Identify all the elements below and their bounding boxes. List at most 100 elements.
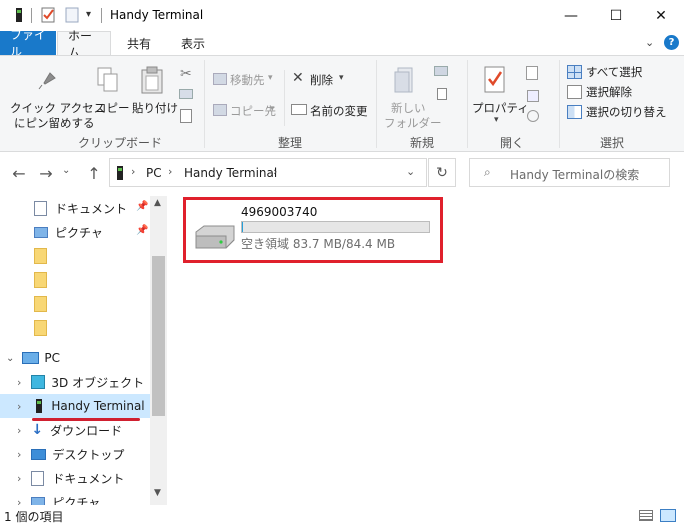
- nav-item-pc[interactable]: ⌄ PC: [0, 346, 150, 370]
- minimize-button[interactable]: —: [548, 0, 594, 31]
- breadcrumb-chevron-icon[interactable]: ›: [273, 165, 277, 178]
- device-icon: [116, 165, 124, 184]
- new-folder-label-1[interactable]: 新しい: [391, 100, 426, 116]
- divider: [101, 8, 102, 23]
- breadcrumb-pc[interactable]: PC: [146, 166, 162, 180]
- edit-icon[interactable]: [527, 90, 539, 102]
- ribbon-tab-bar: ファイル ホーム 共有 表示 ⌄ ?: [0, 28, 684, 60]
- nav-item-label: ドキュメント: [55, 201, 128, 216]
- new-item-icon[interactable]: [434, 66, 448, 76]
- properties-icon: [483, 66, 507, 97]
- delete-dropdown-icon[interactable]: ▾: [339, 73, 344, 83]
- nav-item-label: Handy Terminal: [51, 399, 145, 413]
- nav-item-3d-objects[interactable]: › 3D オブジェクト: [0, 370, 150, 394]
- expand-chevron-icon[interactable]: ›: [17, 472, 21, 485]
- scroll-down-icon[interactable]: ▼: [154, 488, 161, 498]
- collapse-ribbon-icon[interactable]: ⌄: [645, 36, 654, 49]
- folder-icon: [34, 296, 47, 312]
- expand-chevron-icon[interactable]: ›: [17, 400, 21, 413]
- copy-button[interactable]: コピー: [95, 100, 130, 116]
- window-title: Handy Terminal: [110, 8, 204, 22]
- large-icons-view-icon[interactable]: [660, 509, 676, 522]
- pin-quick-access-label-1[interactable]: クイック アクセス: [10, 100, 105, 116]
- breadcrumb-chevron-icon[interactable]: ›: [168, 165, 172, 178]
- expand-chevron-icon[interactable]: ›: [17, 496, 21, 506]
- move-to-button[interactable]: 移動先: [230, 72, 265, 88]
- copy-to-dropdown-icon[interactable]: ▾: [270, 104, 275, 114]
- copy-path-icon[interactable]: [179, 89, 193, 99]
- easy-access-icon[interactable]: [437, 88, 447, 100]
- nav-item-downloads[interactable]: › ↓ ダウンロード: [0, 418, 150, 442]
- paste-shortcut-icon[interactable]: [180, 109, 192, 123]
- address-bar[interactable]: › PC › Handy Terminal › ⌄: [109, 158, 427, 187]
- open-group-label: 開く: [499, 136, 524, 150]
- up-arrow-icon[interactable]: ↑: [84, 164, 104, 183]
- nav-item-folder[interactable]: [0, 316, 150, 340]
- expand-chevron-icon[interactable]: ›: [17, 376, 21, 389]
- expand-chevron-icon[interactable]: ›: [17, 448, 21, 461]
- properties-quick-icon[interactable]: [41, 7, 55, 23]
- tab-home[interactable]: ホーム: [57, 29, 111, 60]
- select-all-button[interactable]: すべて選択: [586, 64, 642, 80]
- quick-access-dropdown-icon[interactable]: ▾: [86, 9, 91, 20]
- select-none-button[interactable]: 選択解除: [586, 84, 632, 100]
- breadcrumb-handy-terminal[interactable]: Handy Terminal: [184, 166, 277, 180]
- nav-item-documents[interactable]: › ドキュメント: [0, 466, 150, 490]
- drive-icon: [192, 224, 236, 253]
- folder-icon: [34, 272, 47, 288]
- new-folder-label-2[interactable]: フォルダー: [384, 115, 442, 131]
- pictures-icon: [31, 496, 46, 505]
- paste-button[interactable]: 貼り付け: [132, 100, 178, 116]
- history-icon[interactable]: [527, 110, 539, 122]
- details-view-icon[interactable]: [639, 510, 653, 521]
- forward-arrow-icon[interactable]: →: [36, 164, 56, 183]
- 3d-objects-icon: [31, 375, 46, 389]
- expand-chevron-icon[interactable]: ›: [17, 424, 21, 437]
- nav-item-folder[interactable]: [0, 268, 150, 292]
- nav-item-desktop[interactable]: › デスクトップ: [0, 442, 150, 466]
- scroll-up-icon[interactable]: ▲: [154, 198, 161, 208]
- tab-file[interactable]: ファイル: [0, 28, 56, 59]
- folder-icon: [34, 320, 47, 336]
- expand-chevron-open-icon[interactable]: ⌄: [6, 353, 14, 364]
- delete-button[interactable]: 削除: [310, 72, 333, 88]
- address-history-dropdown-icon[interactable]: ⌄: [406, 165, 415, 178]
- clipboard-group-label: クリップボード: [77, 136, 162, 150]
- nav-item-pictures-pinned[interactable]: ピクチャ: [0, 220, 150, 244]
- status-bar: 1 個の項目: [0, 505, 684, 527]
- search-box[interactable]: ⌕ Handy Terminalの検索: [469, 158, 670, 187]
- breadcrumb-chevron-icon[interactable]: ›: [131, 165, 135, 178]
- move-to-dropdown-icon[interactable]: ▾: [268, 73, 273, 83]
- properties-dropdown-icon[interactable]: ▾: [494, 115, 499, 125]
- nav-item-folder[interactable]: [0, 292, 150, 316]
- search-input[interactable]: Handy Terminalの検索: [510, 166, 639, 183]
- pin-icon[interactable]: 📌: [136, 225, 148, 236]
- recent-locations-icon[interactable]: ⌄: [62, 165, 70, 176]
- pin-icon[interactable]: 📌: [136, 201, 148, 212]
- download-arrow-icon: ↓: [31, 422, 44, 438]
- close-button[interactable]: ✕: [638, 0, 684, 31]
- document-icon: [34, 200, 47, 216]
- rename-button[interactable]: 名前の変更: [310, 103, 368, 119]
- open-icon[interactable]: [526, 66, 538, 80]
- nav-item-pictures[interactable]: › ピクチャ: [0, 490, 150, 505]
- tab-share[interactable]: 共有: [117, 31, 161, 55]
- help-icon[interactable]: ?: [664, 35, 679, 50]
- divider: [204, 60, 205, 148]
- document-icon: [31, 470, 45, 486]
- new-folder-quick-icon[interactable]: [65, 7, 79, 23]
- navigation-pane: ドキュメント 📌 ピクチャ 📌 ⌄ PC › 3D オブジェクト › Handy…: [0, 196, 168, 505]
- back-arrow-icon[interactable]: ←: [9, 164, 29, 183]
- nav-scrollbar-thumb[interactable]: [152, 256, 165, 416]
- nav-item-folder[interactable]: [0, 244, 150, 268]
- nav-item-documents-pinned[interactable]: ドキュメント: [0, 196, 150, 220]
- maximize-button[interactable]: ☐: [593, 0, 639, 31]
- cut-icon[interactable]: ✂: [180, 66, 192, 82]
- properties-button[interactable]: プロパティ: [472, 100, 529, 116]
- nav-item-handy-terminal-selected[interactable]: › Handy Terminal: [0, 394, 150, 418]
- pin-quick-access-label-2[interactable]: にピン留めする: [14, 115, 95, 131]
- tab-view[interactable]: 表示: [171, 31, 215, 55]
- invert-selection-button[interactable]: 選択の切り替え: [586, 104, 667, 120]
- refresh-button[interactable]: ↻: [428, 158, 456, 187]
- rename-icon: [291, 104, 307, 115]
